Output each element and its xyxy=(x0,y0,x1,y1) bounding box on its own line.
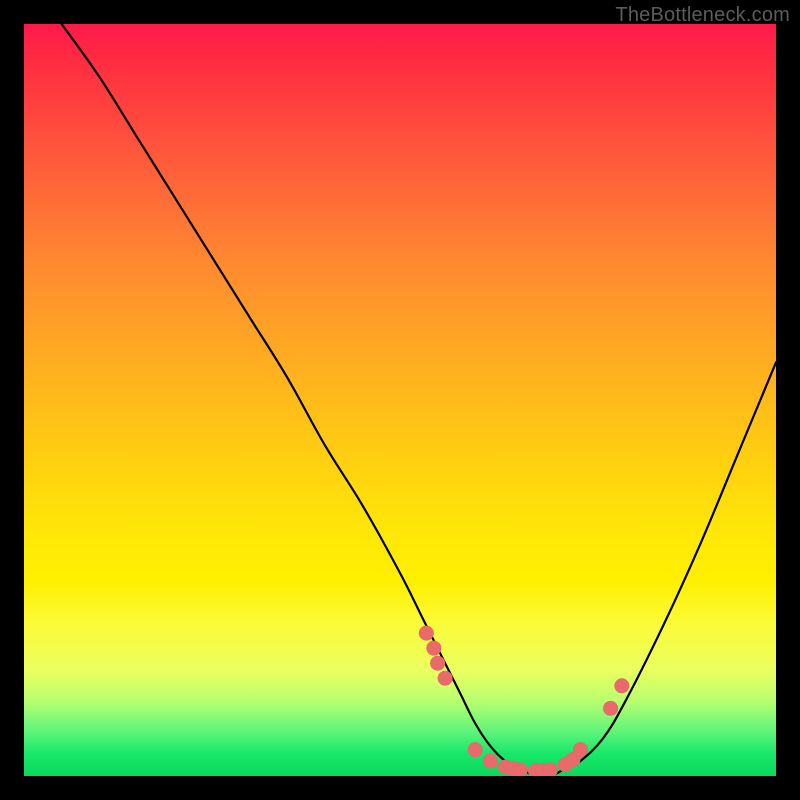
curve-layer xyxy=(24,24,776,776)
highlight-dot xyxy=(513,762,528,776)
highlight-dot xyxy=(505,761,520,776)
highlight-dot xyxy=(483,753,498,768)
chart-stage: TheBottleneck.com xyxy=(0,0,800,800)
highlight-dot xyxy=(543,762,558,776)
highlight-dot xyxy=(498,759,513,774)
highlight-dot xyxy=(430,656,445,671)
highlight-dot xyxy=(535,763,550,776)
plot-area xyxy=(24,24,776,776)
highlight-dots xyxy=(419,626,630,776)
highlight-dot xyxy=(438,671,453,686)
highlight-dot xyxy=(603,701,618,716)
highlight-dot xyxy=(419,626,434,641)
dots-layer xyxy=(24,24,776,776)
highlight-dot xyxy=(468,742,483,757)
highlight-dot xyxy=(528,763,543,776)
highlight-dot xyxy=(614,678,629,693)
highlight-dot xyxy=(426,641,441,656)
highlight-dot xyxy=(558,757,573,772)
bottleneck-curve xyxy=(62,24,776,776)
highlight-dot xyxy=(573,742,588,757)
highlight-dot xyxy=(565,752,580,767)
